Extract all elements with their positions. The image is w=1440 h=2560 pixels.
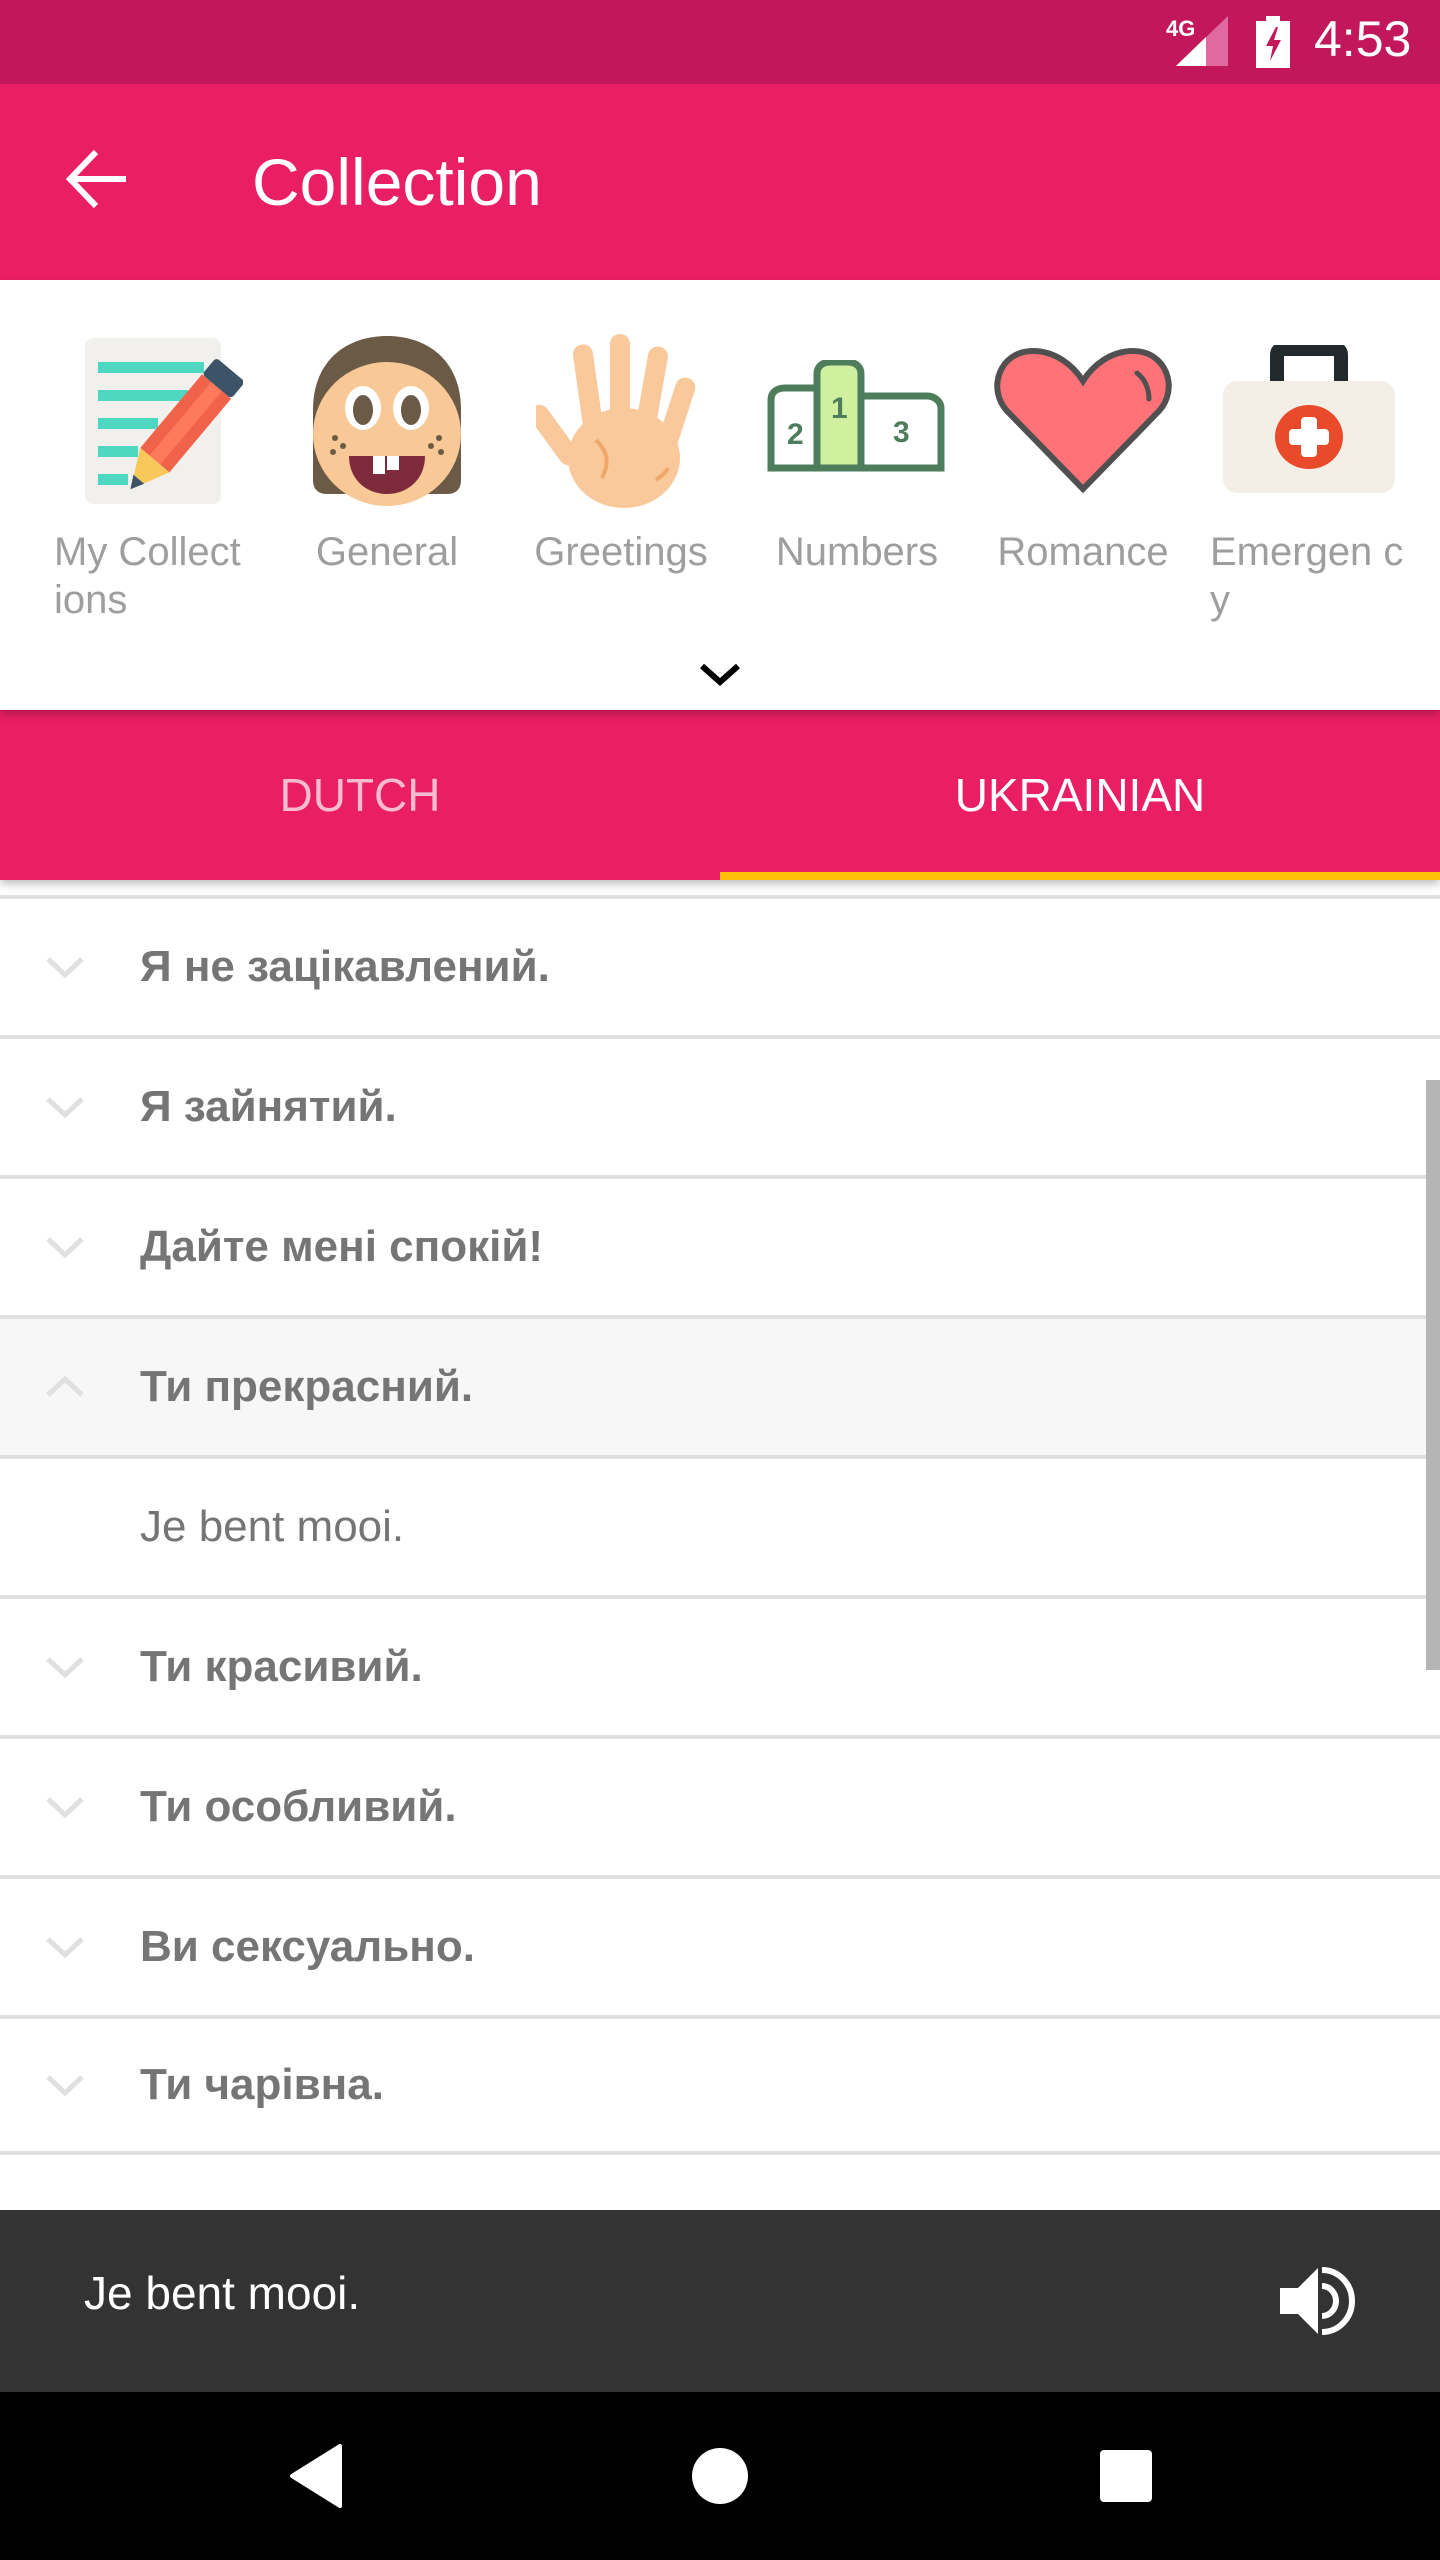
phrase-translation-row: Je bent mooi.	[0, 1455, 1440, 1595]
podium-icon: 2 1 3	[767, 360, 945, 472]
phrase-text: Ти прекрасний.	[140, 1362, 474, 1411]
signal-icon	[1176, 16, 1228, 66]
phrase-text: Ти особливий.	[140, 1782, 457, 1831]
phrase-text: Я зайнятий.	[140, 1082, 397, 1131]
phrase-row[interactable]: Дайте мені спокій!	[0, 1175, 1440, 1315]
phrase-text: Ти красивий.	[140, 1642, 423, 1691]
arrow-back-icon[interactable]	[64, 146, 130, 212]
list-scrollbar[interactable]	[1426, 1080, 1440, 1670]
phrase-row[interactable]: Ти чарівна.	[0, 2015, 1440, 2155]
category-numbers[interactable]: 2 1 3 Numbers	[752, 330, 962, 630]
heart-icon	[994, 347, 1172, 494]
status-bar: 4G 4:53	[0, 0, 1440, 84]
speaker-icon[interactable]	[1270, 2256, 1360, 2346]
category-label: Emergen cy	[1210, 530, 1404, 622]
category-label: My Collect ions	[54, 530, 241, 622]
category-label: Greetings	[534, 530, 708, 574]
smiling-face-icon	[313, 336, 461, 506]
clock: 4:53	[1314, 11, 1412, 67]
nav-home-icon[interactable]	[680, 2436, 760, 2516]
phrase-row-expanded[interactable]: Ти прекрасний.	[0, 1315, 1440, 1455]
nav-back-icon[interactable]	[280, 2436, 360, 2516]
phrase-row[interactable]: Я зайнятий.	[0, 1035, 1440, 1175]
language-tabs: DUTCH UKRAINIAN	[0, 710, 1440, 880]
category-general[interactable]: General	[282, 330, 492, 630]
chevron-down-icon	[46, 957, 84, 979]
category-label: General	[315, 530, 459, 574]
category-emergency[interactable]: Emergen cy	[1204, 330, 1414, 630]
phrase-text: Дайте мені спокій!	[140, 1222, 544, 1271]
player-phrase: Je bent mooi.	[84, 2267, 361, 2319]
chevron-down-icon	[46, 1097, 84, 1119]
chevron-down-icon	[46, 2075, 84, 2097]
first-aid-kit-icon	[1223, 345, 1395, 493]
chevron-up-icon	[46, 1375, 84, 1397]
chevron-down-icon	[46, 1797, 84, 1819]
category-label: Romance	[997, 530, 1169, 574]
chevron-down-icon	[46, 1657, 84, 1679]
tab-indicator	[720, 872, 1440, 880]
page-title: Collection	[252, 145, 542, 219]
category-romance[interactable]: Romance	[978, 330, 1188, 630]
notepad-pencil-icon	[85, 338, 243, 504]
phrase-row[interactable]: Ви сексуально.	[0, 1875, 1440, 2015]
phrase-list: Я не зацікавлений. Я зайнятий. Дайте мен…	[0, 895, 1440, 2210]
svg-text:3: 3	[893, 416, 910, 449]
battery-charging-icon	[1256, 16, 1290, 68]
tab-ukrainian[interactable]: UKRAINIAN	[720, 710, 1440, 880]
phrase-translation: Je bent mooi.	[140, 1502, 405, 1551]
chevron-down-icon[interactable]	[690, 650, 750, 700]
audio-player-bar: Je bent mooi.	[0, 2210, 1440, 2392]
category-label: Numbers	[775, 530, 939, 574]
app-bar: Collection	[0, 84, 1440, 280]
category-my-collections[interactable]: My Collect ions	[48, 330, 258, 630]
tab-dutch[interactable]: DUTCH	[0, 710, 720, 880]
chevron-down-icon	[46, 1237, 84, 1259]
phrase-text: Я не зацікавлений.	[140, 942, 550, 991]
phrase-row[interactable]: Я не зацікавлений.	[0, 895, 1440, 1035]
svg-text:1: 1	[831, 392, 848, 425]
phrase-row[interactable]: Ти особливий.	[0, 1735, 1440, 1875]
system-navigation-bar	[0, 2392, 1440, 2560]
phrase-text: Ти чарівна.	[140, 2060, 384, 2109]
category-greetings[interactable]: Greetings	[516, 330, 726, 630]
phrase-row[interactable]: Ти красивий.	[0, 1595, 1440, 1735]
nav-recents-icon[interactable]	[1086, 2436, 1166, 2516]
category-strip: My Collect ions General Greetings 2 1 3 …	[0, 280, 1440, 710]
phrase-text: Ви сексуально.	[140, 1922, 475, 1971]
chevron-down-icon	[46, 1937, 84, 1959]
waving-hand-icon	[536, 334, 696, 508]
svg-text:2: 2	[787, 418, 804, 451]
